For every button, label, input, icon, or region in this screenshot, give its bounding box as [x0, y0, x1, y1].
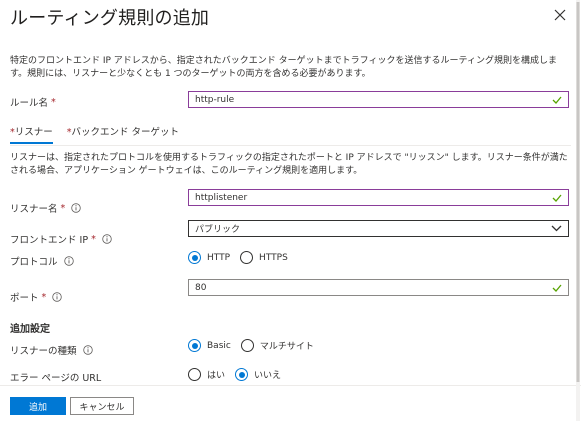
- info-icon[interactable]: [71, 203, 81, 213]
- radio-label: はい: [207, 371, 226, 381]
- radio-circle: [235, 368, 249, 381]
- frontend-ip-select[interactable]: パブリック: [188, 220, 569, 237]
- add-button[interactable]: 追加: [10, 397, 66, 415]
- radio-label: HTTPS: [259, 252, 288, 263]
- rule-name-label: ルール名 *: [10, 95, 56, 110]
- chevron-down-icon: [551, 225, 562, 232]
- radio-label: HTTP: [207, 252, 231, 263]
- info-icon[interactable]: [52, 292, 62, 302]
- tab-backend-label: バックエンド ターゲット: [71, 127, 180, 138]
- port-label-text: ポート: [10, 293, 39, 304]
- listener-name-value: httplistener: [195, 192, 248, 203]
- tab-backend-targets[interactable]: *バックエンド ターゲット: [67, 124, 179, 144]
- radio-circle: [188, 339, 201, 352]
- frontend-ip-value: パブリック: [195, 225, 241, 235]
- required-marker: *: [51, 96, 56, 108]
- listener-name-label-text: リスナー名: [10, 204, 58, 215]
- listener-type-radio-group: Basic マルチサイト: [188, 339, 324, 352]
- radio-circle: [188, 251, 201, 264]
- page-title: ルーティング規則の追加: [10, 8, 210, 29]
- required-marker: *: [60, 202, 66, 214]
- radio-label: いいえ: [254, 371, 282, 381]
- required-marker: *: [91, 233, 96, 245]
- protocol-radio-group: HTTP HTTPS: [188, 251, 298, 264]
- error-page-no-radio[interactable]: いいえ: [235, 368, 281, 381]
- radio-circle: [240, 251, 254, 264]
- info-icon[interactable]: [82, 345, 93, 355]
- port-value: 80: [195, 282, 207, 293]
- info-icon[interactable]: [63, 256, 74, 266]
- frontend-ip-label-text: フロントエンド IP: [10, 235, 89, 246]
- tab-listener-label: リスナー: [14, 127, 53, 138]
- radio-label: Basic: [207, 340, 231, 351]
- error-page-url-label-text: エラー ページの URL: [10, 373, 102, 384]
- check-icon: [552, 284, 562, 292]
- listener-name-label: リスナー名 *: [10, 201, 81, 215]
- rule-name-label-text: ルール名: [10, 98, 49, 109]
- port-label: ポート *: [10, 290, 62, 304]
- listener-type-label-text: リスナーの種類: [10, 346, 77, 357]
- port-input[interactable]: 80: [188, 279, 569, 296]
- rule-name-input[interactable]: http-rule: [188, 91, 569, 108]
- error-page-url-radio-group: はい いいえ: [188, 368, 291, 381]
- protocol-label-text: プロトコル: [10, 257, 58, 268]
- listener-name-input[interactable]: httplistener: [188, 189, 569, 206]
- radio-circle: [240, 339, 254, 352]
- close-icon[interactable]: [553, 8, 567, 22]
- listener-description: リスナーは、指定されたプロトコルを使用するトラフィックの指定されたポートと IP…: [10, 153, 568, 176]
- check-icon: [552, 96, 562, 104]
- radio-circle: [188, 368, 201, 381]
- error-page-yes-radio[interactable]: はい: [188, 368, 225, 381]
- listener-type-multisite-radio[interactable]: マルチサイト: [240, 339, 314, 352]
- listener-type-label: リスナーの種類: [10, 343, 93, 357]
- check-icon: [552, 194, 562, 202]
- footer-divider: [0, 385, 581, 386]
- tab-bar: *リスナー *バックエンド ターゲット: [10, 124, 193, 144]
- protocol-http-radio[interactable]: HTTP: [188, 251, 230, 264]
- frontend-ip-label: フロントエンド IP *: [10, 232, 112, 246]
- required-marker: *: [41, 291, 47, 303]
- tab-listener[interactable]: *リスナー: [10, 124, 53, 144]
- info-icon[interactable]: [102, 234, 112, 244]
- scrollbar[interactable]: [575, 0, 581, 421]
- rule-name-value: http-rule: [195, 94, 235, 105]
- protocol-https-radio[interactable]: HTTPS: [240, 251, 288, 264]
- radio-label: マルチサイト: [259, 342, 314, 352]
- additional-settings-heading: 追加設定: [10, 324, 50, 335]
- tab-divider: [10, 145, 571, 146]
- error-page-url-label: エラー ページの URL: [10, 370, 101, 384]
- protocol-label: プロトコル: [10, 254, 74, 268]
- listener-type-basic-radio[interactable]: Basic: [188, 339, 231, 352]
- page-description: 特定のフロントエンド IP アドレスから、指定されたバックエンド ターゲットまで…: [10, 56, 557, 79]
- cancel-button[interactable]: キャンセル: [70, 397, 134, 415]
